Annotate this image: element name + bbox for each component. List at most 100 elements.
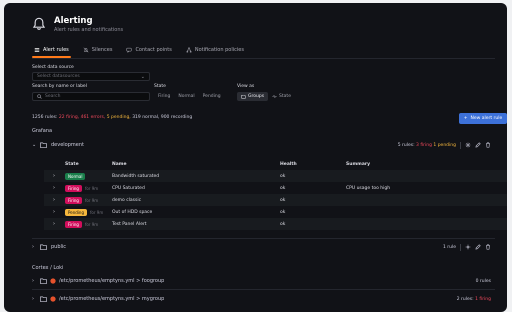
heart-rate-icon bbox=[272, 94, 277, 99]
chevron-right-icon[interactable]: › bbox=[44, 209, 65, 215]
search-input[interactable]: Search bbox=[32, 92, 150, 101]
chevron-right-icon[interactable]: › bbox=[44, 185, 65, 191]
search-placeholder: Search bbox=[45, 94, 61, 99]
comment-icon bbox=[126, 47, 132, 53]
separator bbox=[460, 243, 461, 251]
col-summary: Summary bbox=[346, 161, 371, 167]
rule-health: ok bbox=[280, 173, 286, 179]
chevron-right-icon[interactable]: › bbox=[44, 221, 65, 227]
folder-icon bbox=[241, 95, 246, 99]
list-icon bbox=[34, 48, 40, 52]
cog-icon[interactable] bbox=[465, 244, 471, 250]
table-row[interactable]: › Firing for 9m demo classic ok bbox=[44, 194, 507, 206]
section-cortex-loki: Cortex / Loki bbox=[32, 265, 64, 271]
view-groups-label: Groups bbox=[248, 94, 265, 99]
chevron-right-icon[interactable]: › bbox=[32, 244, 40, 250]
chevron-down-icon[interactable]: ⌄ bbox=[32, 142, 40, 148]
summary-rest: 319 normal, 900 recording bbox=[132, 115, 193, 120]
group-pending: 1 pending bbox=[433, 142, 456, 148]
view-option-state[interactable]: State bbox=[268, 92, 295, 101]
folder-icon bbox=[40, 296, 47, 302]
tab-bar: Alert rules Silences Contact points Noti… bbox=[32, 43, 246, 58]
chevron-right-icon[interactable]: › bbox=[32, 278, 40, 284]
col-health: Health bbox=[280, 161, 297, 167]
group-firing: 1 firing bbox=[475, 296, 491, 302]
state-badge: Firing bbox=[65, 220, 82, 228]
state-duration: for 9m bbox=[84, 185, 99, 191]
rule-health: ok bbox=[280, 185, 286, 191]
view-state-label: State bbox=[279, 94, 291, 99]
tab-label: Silences bbox=[91, 47, 113, 53]
trash-icon[interactable] bbox=[485, 244, 491, 250]
group-name: /etc/prometheus/emptyns.yml > foogroup bbox=[59, 278, 165, 284]
group-count: 0 rules bbox=[475, 278, 491, 284]
divider bbox=[32, 289, 495, 290]
rule-health: ok bbox=[280, 209, 286, 215]
state-option-normal[interactable]: Normal bbox=[174, 92, 198, 101]
state-badge: Pending bbox=[65, 208, 87, 216]
summary-pending: 5 pending, bbox=[106, 115, 131, 120]
table-row[interactable]: › Normal Bandwidth saturated ok bbox=[44, 170, 507, 182]
folder-icon bbox=[40, 278, 47, 284]
edit-icon[interactable] bbox=[475, 244, 481, 250]
view-option-groups[interactable]: Groups bbox=[237, 92, 269, 101]
state-option-firing[interactable]: Firing bbox=[154, 92, 174, 101]
new-alert-rule-label: New alert rule bbox=[470, 116, 503, 121]
table-row[interactable]: › Firing for 9m Test Panel Alert ok bbox=[44, 218, 507, 230]
group-count: 2 rules: bbox=[456, 296, 474, 302]
state-badge: Firing bbox=[65, 184, 82, 192]
state-badge: Firing bbox=[65, 196, 82, 204]
tab-divider bbox=[32, 58, 495, 59]
tab-contact-points[interactable]: Contact points bbox=[124, 43, 173, 57]
tab-alert-rules[interactable]: Alert rules bbox=[32, 43, 71, 58]
col-state: State bbox=[65, 161, 79, 167]
group-development[interactable]: ⌄ development 5 rules: 3 firing 1 pendin… bbox=[32, 139, 495, 151]
group-stats: 0 rules bbox=[476, 279, 491, 284]
group-stats: 1 rule bbox=[442, 243, 491, 251]
view-as-label: View as bbox=[237, 84, 255, 89]
group-count: 1 rule bbox=[442, 244, 456, 250]
group-public[interactable]: › public 1 rule bbox=[32, 241, 495, 253]
chevron-right-icon[interactable]: › bbox=[44, 173, 65, 179]
plus-icon: + bbox=[463, 116, 468, 121]
bell-icon bbox=[32, 17, 46, 30]
rule-health: ok bbox=[280, 221, 286, 227]
state-label: State bbox=[154, 84, 166, 89]
state-filter: Firing Normal Pending bbox=[154, 92, 225, 101]
group-mygroup[interactable]: › /etc/prometheus/emptyns.yml > mygroup … bbox=[32, 293, 495, 305]
rules-summary: 1256 rules: 22 firing, 461 errors, 5 pen… bbox=[32, 115, 192, 120]
summary-firing: 22 firing, bbox=[58, 115, 80, 120]
folder-icon bbox=[40, 244, 47, 250]
state-option-pending[interactable]: Pending bbox=[199, 92, 225, 101]
new-alert-rule-button[interactable]: + New alert rule bbox=[459, 113, 507, 124]
group-foogroup[interactable]: › /etc/prometheus/emptyns.yml > foogroup… bbox=[32, 275, 495, 287]
group-name: /etc/prometheus/emptyns.yml > mygroup bbox=[59, 296, 165, 302]
summary-total: 1256 rules: bbox=[32, 115, 58, 120]
group-name: public bbox=[51, 244, 67, 250]
trash-icon[interactable] bbox=[485, 142, 491, 148]
group-name: development bbox=[51, 142, 84, 148]
state-badge: Normal bbox=[65, 172, 86, 180]
tab-notification-policies[interactable]: Notification policies bbox=[184, 43, 246, 57]
tab-silences[interactable]: Silences bbox=[81, 43, 115, 57]
group-firing: 3 firing bbox=[416, 142, 432, 148]
page-subtitle: Alert rules and notifications bbox=[54, 27, 124, 33]
table-row[interactable]: › Firing for 9m CPU Saturated ok CPU usag… bbox=[44, 182, 507, 194]
rule-name: CPU Saturated bbox=[112, 185, 145, 191]
rule-name: Out of HDD space bbox=[112, 209, 153, 215]
tab-label: Alert rules bbox=[43, 47, 69, 53]
table-row[interactable]: › Pending for 9m Out of HDD space ok bbox=[44, 206, 507, 218]
chevron-right-icon[interactable]: › bbox=[44, 197, 65, 203]
tab-label: Notification policies bbox=[194, 47, 244, 53]
cog-icon[interactable] bbox=[465, 142, 471, 148]
rule-name: demo classic bbox=[112, 197, 142, 203]
state-duration: for 9m bbox=[90, 209, 104, 215]
group-stats: 5 rules: 3 firing 1 pending bbox=[398, 141, 491, 149]
alerting-app: Alerting Alert rules and notifications A… bbox=[4, 3, 507, 312]
prometheus-icon bbox=[50, 278, 56, 284]
prometheus-icon bbox=[50, 296, 56, 302]
edit-icon[interactable] bbox=[475, 142, 481, 148]
datasource-select[interactable]: Select datasources ⌄ bbox=[32, 72, 150, 81]
chevron-right-icon[interactable]: › bbox=[32, 296, 40, 302]
search-icon bbox=[37, 94, 42, 99]
